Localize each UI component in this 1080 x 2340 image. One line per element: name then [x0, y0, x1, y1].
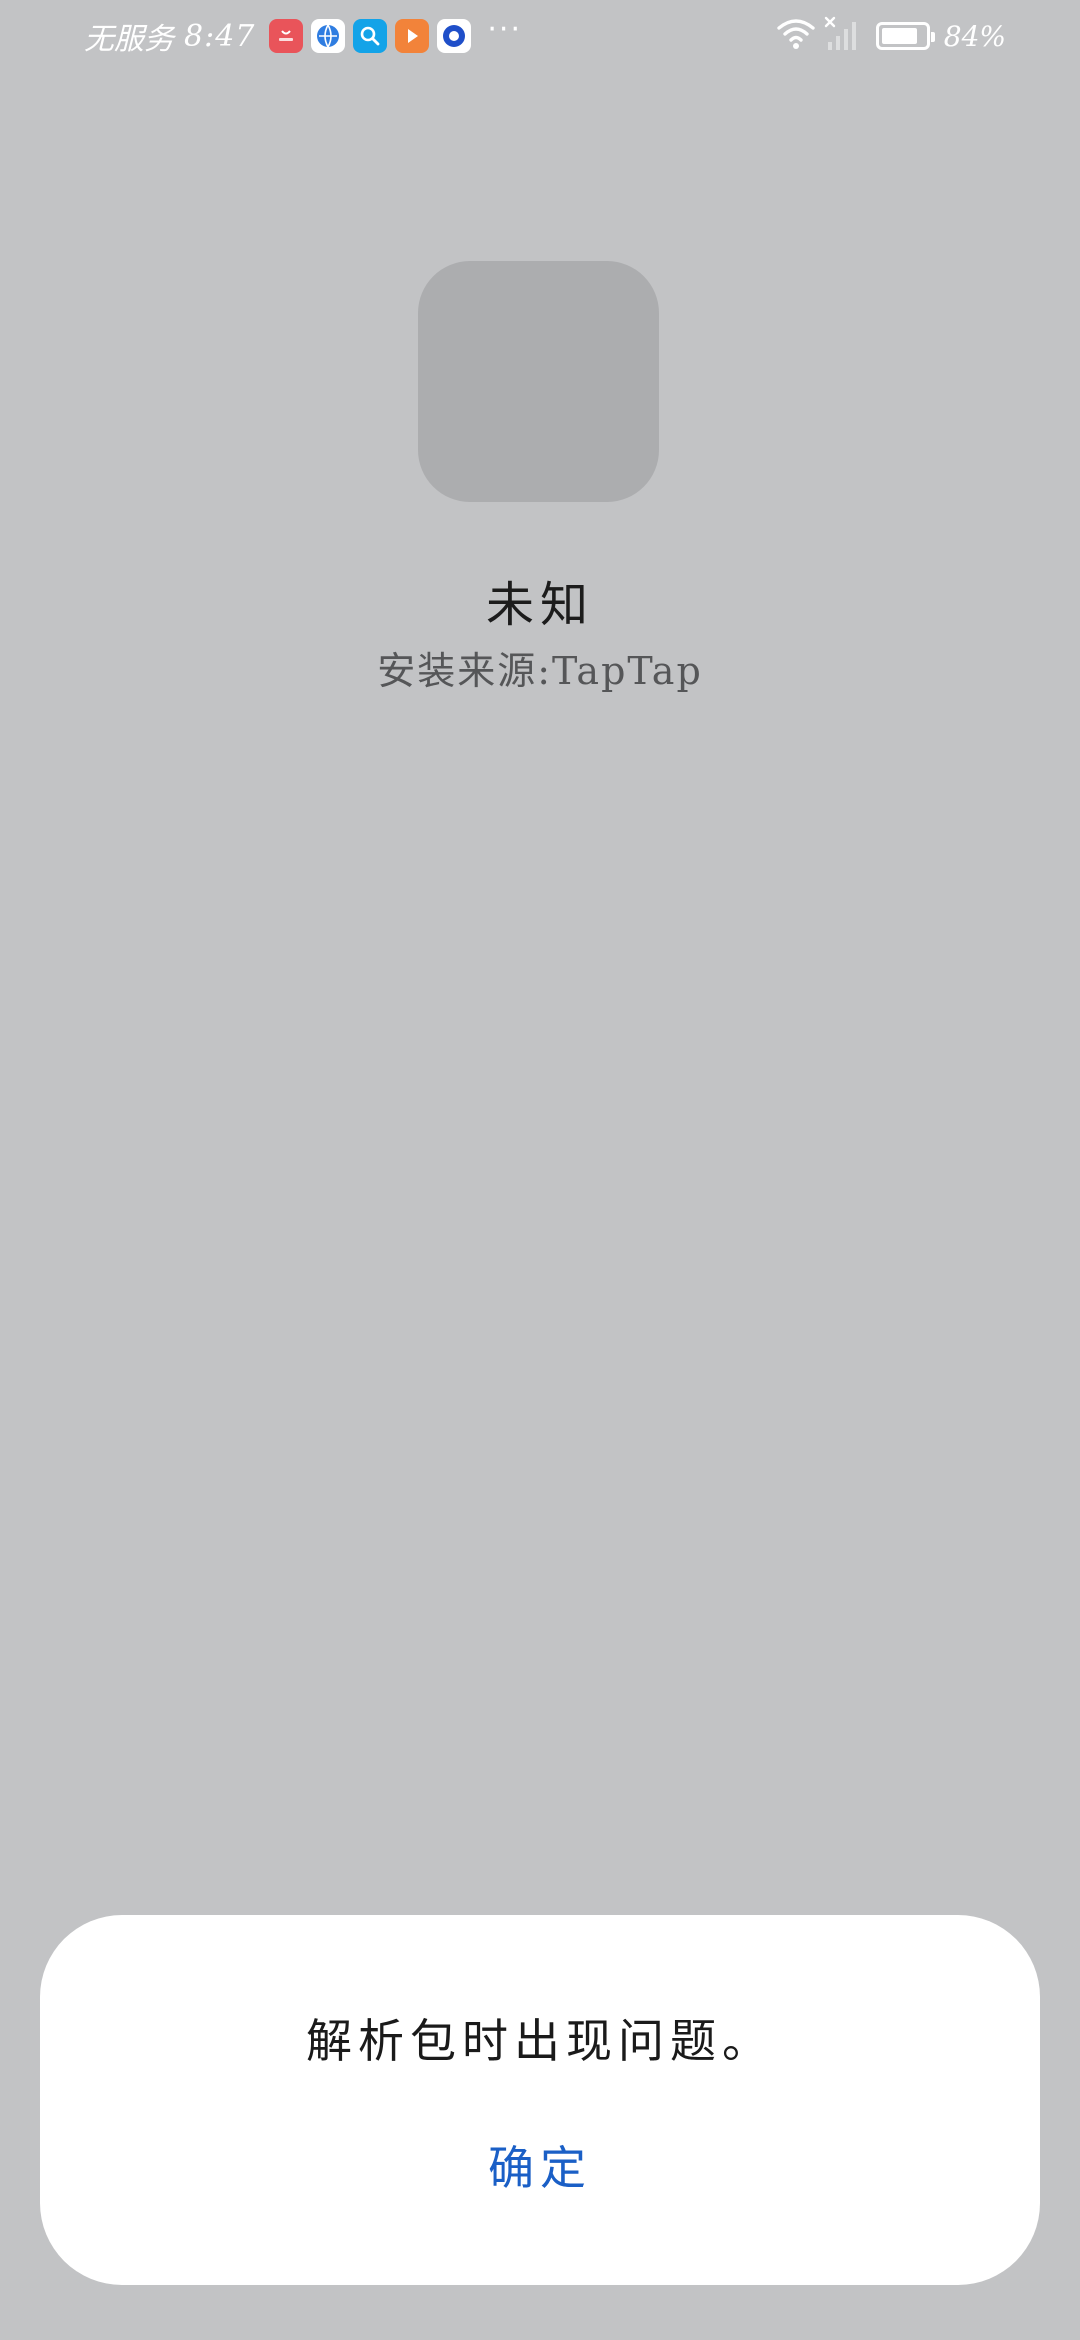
battery-icon — [875, 22, 935, 50]
status-left: 无服务 8:47 ··· — [84, 14, 522, 58]
search-icon — [353, 19, 388, 53]
browser-icon — [311, 19, 346, 53]
app-name: 未知 — [485, 577, 594, 633]
huawei-store-icon — [269, 19, 304, 53]
app-icon — [437, 19, 472, 53]
no-signal-icon — [824, 16, 860, 56]
error-dialog: 解析包时出现问题。 确定 — [40, 1915, 1040, 2285]
battery-tip — [930, 32, 935, 42]
confirm-button[interactable]: 确定 — [420, 2125, 660, 2205]
status-right: 84% — [776, 14, 1006, 58]
status-bar: 无服务 8:47 ··· 84% — [0, 0, 1080, 72]
clock: 8:47 — [184, 18, 256, 54]
video-icon — [395, 19, 430, 53]
install-source: 安装来源:TapTap — [377, 649, 703, 693]
wifi-icon — [776, 17, 816, 55]
dialog-message: 解析包时出现问题。 — [306, 2014, 774, 2068]
battery-percentage: 84% — [943, 19, 1006, 53]
battery-level — [881, 28, 917, 44]
carrier-text: 无服务 — [84, 22, 174, 57]
more-notifications-icon: ··· — [487, 12, 522, 47]
app-icon-placeholder — [418, 261, 659, 502]
